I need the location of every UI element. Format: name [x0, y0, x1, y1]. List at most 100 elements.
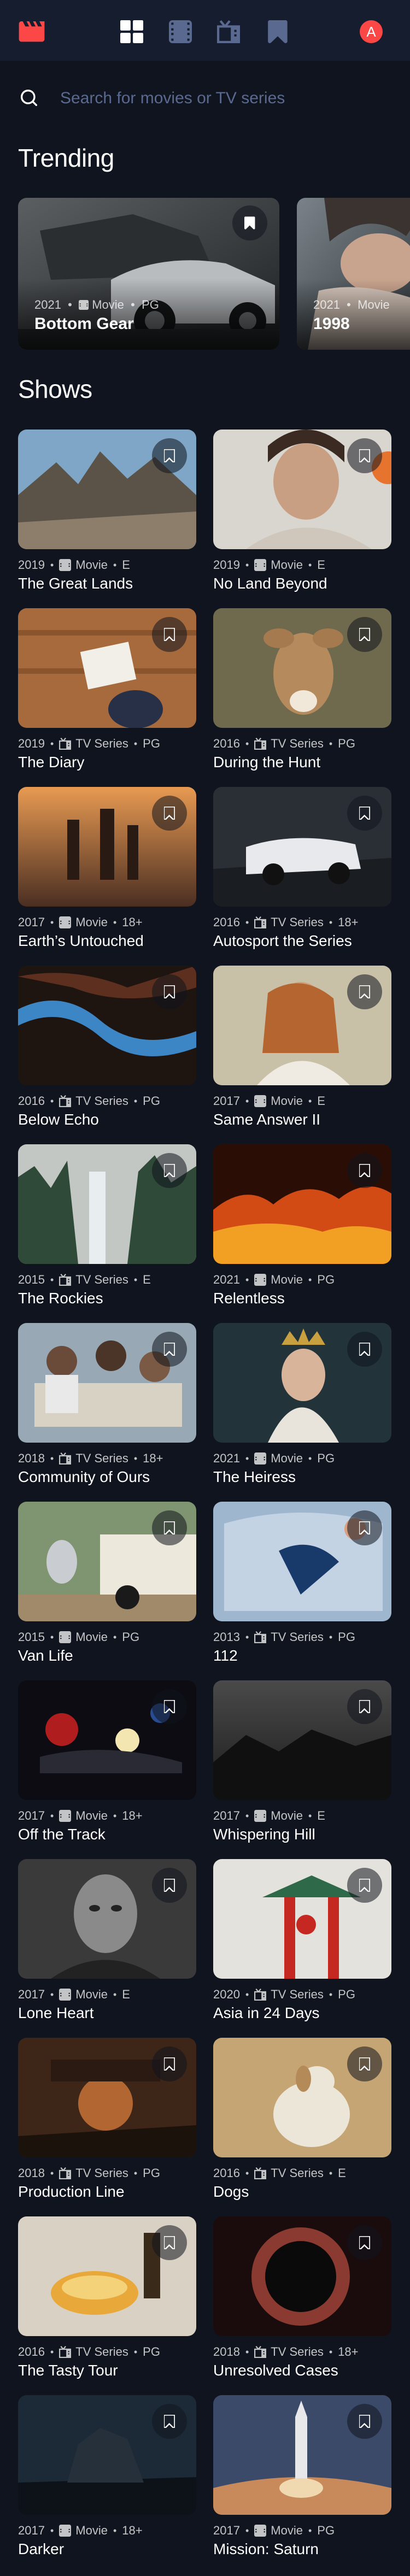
bookmark-icon	[164, 1164, 175, 1177]
show-card[interactable]: 2017 • Movie • E Same Answer II	[213, 966, 391, 1144]
show-meta: 2015 • Movie • PG	[18, 1630, 140, 1644]
show-card[interactable]: 2018 • TV Series • 18+ Unresolved Cases	[213, 2216, 391, 2395]
bookmark-icon	[359, 449, 370, 462]
show-meta: 2021 • Movie • PG	[213, 1273, 335, 1286]
bookmark-icon	[359, 1343, 370, 1356]
search-input[interactable]	[60, 86, 388, 110]
show-year: 2017	[18, 1809, 45, 1822]
bookmark-button[interactable]	[152, 974, 187, 1009]
show-card[interactable]: 2019 • Movie • E The Great Lands	[18, 430, 196, 608]
bookmark-button[interactable]	[152, 1332, 187, 1367]
show-title: The Diary	[18, 754, 85, 771]
bookmark-icon	[164, 985, 175, 998]
bookmark-button[interactable]	[152, 2404, 187, 2439]
show-title: Production Line	[18, 2183, 125, 2200]
show-category: Movie	[75, 2524, 108, 2537]
show-card[interactable]: 2019 • TV Series • PG The Diary	[18, 608, 196, 786]
show-category: TV Series	[271, 1630, 324, 1644]
movie-category-icon	[79, 300, 89, 310]
show-rating: E	[122, 1987, 130, 2001]
show-title: Relentless	[213, 1290, 285, 1307]
bookmark-button[interactable]	[152, 1689, 187, 1724]
bookmark-button[interactable]	[347, 796, 382, 831]
show-rating: PG	[317, 1273, 335, 1286]
show-card[interactable]: 2016 • TV Series • 18+ Autosport the Series	[213, 787, 391, 965]
show-card[interactable]: 2018 • TV Series • PG Production Line	[18, 2038, 196, 2216]
user-avatar[interactable]: A	[360, 20, 383, 43]
bookmark-button[interactable]	[347, 2404, 382, 2439]
show-meta: 2013 • TV Series • PG	[213, 1630, 355, 1644]
movie-category-icon	[59, 559, 72, 571]
show-card[interactable]: 2016 • TV Series • PG The Tasty Tour	[18, 2216, 196, 2395]
bookmark-button[interactable]	[347, 1868, 382, 1903]
movie-category-icon	[254, 2525, 267, 2537]
show-card[interactable]: 2021 • Movie • PG Relentless	[213, 1144, 391, 1322]
show-category: Movie	[75, 1630, 108, 1644]
bookmark-button[interactable]	[152, 438, 187, 473]
show-year: 2019	[18, 737, 45, 750]
bookmark-button[interactable]	[347, 1510, 382, 1545]
bookmark-button[interactable]	[152, 1868, 187, 1903]
bookmark-button[interactable]	[347, 1689, 382, 1724]
bookmark-button[interactable]	[347, 974, 382, 1009]
bookmark-button[interactable]	[152, 1510, 187, 1545]
bookmark-icon	[164, 449, 175, 462]
show-rating: E	[122, 558, 130, 572]
movies-film-icon[interactable]	[169, 20, 192, 43]
show-rating: E	[317, 558, 325, 572]
show-card[interactable]: 2021 • Movie • PG The Heiress	[213, 1323, 391, 1501]
show-title: Van Life	[18, 1647, 73, 1664]
trending-title: Bottom Gear	[34, 315, 134, 333]
bookmark-button[interactable]	[347, 617, 382, 652]
bookmark-button[interactable]	[152, 1153, 187, 1188]
show-title: Autosport the Series	[213, 932, 352, 949]
show-card[interactable]: 2013 • TV Series • PG 112	[213, 1502, 391, 1680]
show-card[interactable]: 2017 • Movie • E Whispering Hill	[213, 1680, 391, 1859]
show-year: 2017	[18, 1987, 45, 2001]
show-card[interactable]: 2017 • Movie • E Lone Heart	[18, 1859, 196, 2037]
tv-category-icon	[59, 1452, 72, 1465]
bookmark-button[interactable]	[347, 1153, 382, 1188]
show-card[interactable]: 2017 • Movie • 18+ Off the Track	[18, 1680, 196, 1859]
show-category: Movie	[75, 1987, 108, 2001]
show-rating: PG	[143, 2345, 160, 2359]
bookmark-button[interactable]	[347, 2046, 382, 2081]
show-card[interactable]: 2017 • Movie • PG Mission: Saturn	[213, 2395, 391, 2573]
clapperboard-icon[interactable]	[18, 21, 45, 42]
show-year: 2021	[213, 1273, 240, 1286]
show-card[interactable]: 2020 • TV Series • PG Asia in 24 Days	[213, 1859, 391, 2037]
bookmark-button[interactable]	[152, 617, 187, 652]
home-grid-icon[interactable]	[120, 20, 143, 43]
tv-category-icon	[59, 1095, 72, 1107]
bookmark-button[interactable]	[152, 796, 187, 831]
bookmark-button[interactable]	[152, 2225, 187, 2260]
show-card[interactable]: 2017 • Movie • 18+ Darker	[18, 2395, 196, 2573]
show-card[interactable]: 2017 • Movie • 18+ Earth’s Untouched	[18, 787, 196, 965]
show-rating: PG	[317, 1451, 335, 1465]
show-title: Earth’s Untouched	[18, 932, 144, 949]
show-card[interactable]: 2016 • TV Series • PG Below Echo	[18, 966, 196, 1144]
show-card[interactable]: 2016 • TV Series • E Dogs	[213, 2038, 391, 2216]
show-card[interactable]: 2018 • TV Series • 18+ Community of Ours	[18, 1323, 196, 1501]
bookmark-button[interactable]	[347, 1332, 382, 1367]
tv-category-icon	[59, 2167, 72, 2179]
bookmark-button[interactable]	[347, 2225, 382, 2260]
show-card[interactable]: 2019 • Movie • E No Land Beyond	[213, 430, 391, 608]
bookmark-nav-icon[interactable]	[266, 20, 289, 43]
bookmark-button[interactable]	[232, 205, 267, 240]
bookmark-icon	[359, 628, 370, 641]
show-meta: 2017 • Movie • E	[213, 1094, 325, 1108]
movie-category-icon	[254, 1095, 267, 1107]
show-card[interactable]: 2015 • TV Series • E The Rockies	[18, 1144, 196, 1322]
trending-card[interactable]: 2021 • Movie • PG Bottom Gear	[18, 198, 279, 350]
tv-series-icon[interactable]	[217, 20, 240, 43]
show-rating: 18+	[122, 2524, 143, 2537]
show-card[interactable]: 2015 • Movie • PG Van Life	[18, 1502, 196, 1680]
show-year: 2016	[213, 2166, 240, 2180]
show-meta: 2019 • Movie • E	[213, 558, 325, 572]
tv-category-icon	[254, 2167, 267, 2179]
trending-card[interactable]: 2021 • Movie 1998	[297, 198, 410, 350]
show-card[interactable]: 2016 • TV Series • PG During the Hunt	[213, 608, 391, 786]
bookmark-button[interactable]	[152, 2046, 187, 2081]
bookmark-button[interactable]	[347, 438, 382, 473]
